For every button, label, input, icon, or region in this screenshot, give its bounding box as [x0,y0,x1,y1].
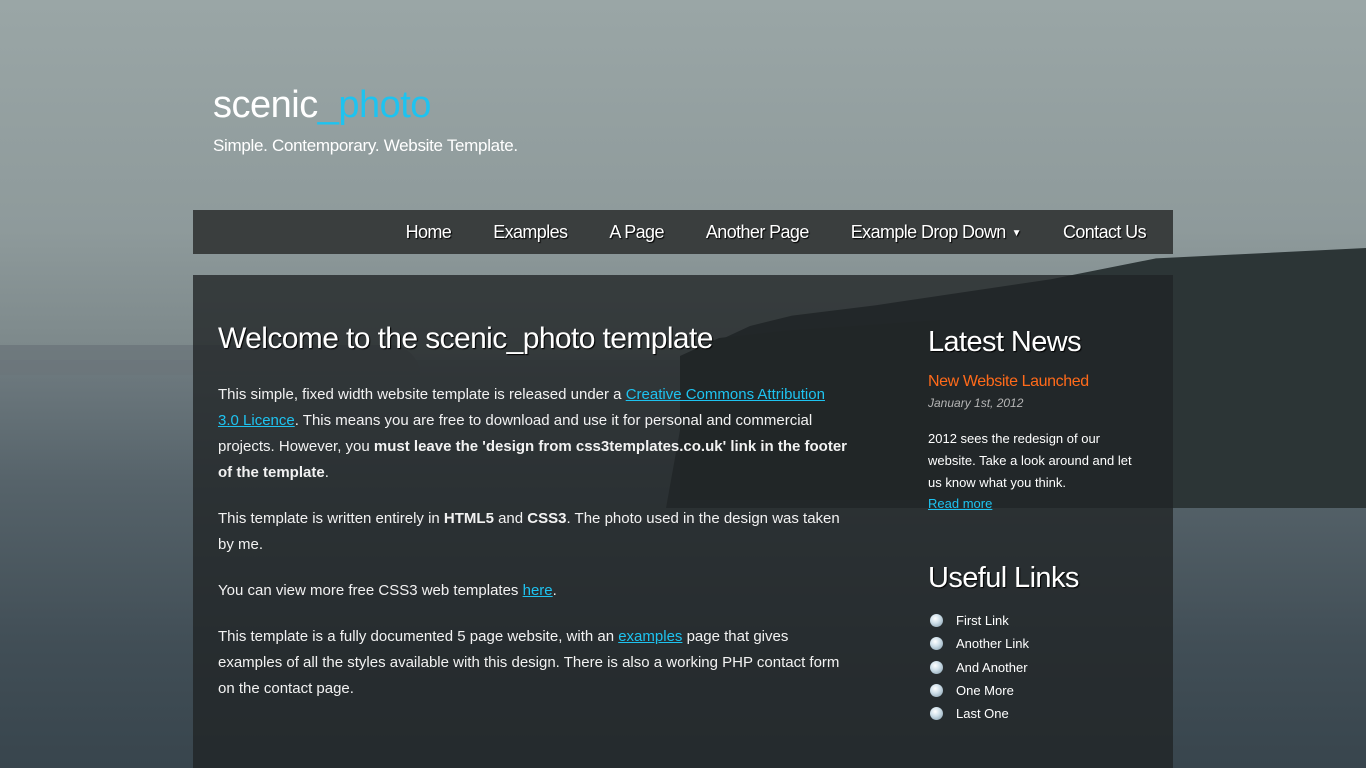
useful-link[interactable]: Last One [928,702,1138,725]
main-content: Welcome to the scenic_photo template Thi… [218,322,848,722]
useful-link-label: First Link [956,613,1009,628]
logo-text-part2: _photo [317,84,432,126]
main-navigation: Home Examples A Page Another Page Exampl… [193,210,1173,254]
site-slogan: Simple. Contemporary. Website Template. [213,136,518,155]
site-logo[interactable]: scenic_photo [213,84,431,127]
sidebar: Latest News New Website Launched January… [928,326,1138,725]
nav-home[interactable]: Home [385,210,473,254]
text: . [552,582,557,599]
paragraph-more-templates: You can view more free CSS3 web template… [218,578,848,604]
html5-text: HTML5 [443,510,494,527]
examples-link[interactable]: examples [618,628,682,645]
nav-a-page[interactable]: A Page [588,210,684,254]
caret-down-icon: ▼ [1011,228,1022,239]
bullet-icon [930,660,943,674]
useful-link[interactable]: First Link [928,609,1138,632]
news-date: January 1st, 2012 [928,396,1024,410]
useful-link-label: And Another [956,659,1028,675]
useful-link-label: One More [956,682,1014,698]
text: This simple, fixed width website templat… [218,386,626,403]
news-title: New Website Launched [928,373,1089,390]
page-heading: Welcome to the scenic_photo template [218,322,713,355]
news-body: 2012 sees the redesign of our website. T… [928,431,1132,490]
useful-links-heading: Useful Links [928,562,1079,594]
text: This template is a fully documented 5 pa… [218,628,619,645]
useful-link[interactable]: One More [928,679,1138,702]
useful-link[interactable]: And Another [928,656,1138,679]
useful-link-label: Another Link [956,636,1029,652]
paragraph-licence: This simple, fixed width website templat… [218,382,848,486]
logo-text-part1: scenic [213,84,318,126]
bullet-icon [930,707,943,721]
here-link[interactable]: here [523,582,553,599]
text: and [493,510,528,527]
nav-examples[interactable]: Examples [472,210,588,254]
paragraph-documentation: This template is a fully documented 5 pa… [218,624,848,702]
text: . [324,464,329,481]
css3-text: CSS3 [527,510,567,527]
paragraph-technology: This template is written entirely in HTM… [218,506,848,558]
nav-example-drop-down[interactable]: Example Drop Down ▼ [830,210,1042,254]
bullet-icon [930,637,943,651]
nav-another-page[interactable]: Another Page [685,210,830,254]
bullet-icon [930,683,943,697]
nav-example-drop-down-label: Example Drop Down [850,222,1006,242]
bullet-icon [930,614,943,627]
useful-link-label: Last One [956,706,1009,722]
nav-contact-us[interactable]: Contact Us [1042,210,1167,254]
text: You can view more free CSS3 web template… [218,582,523,599]
read-more-link[interactable]: Read more [928,496,992,511]
text: This template is written entirely in [218,510,444,527]
useful-link[interactable]: Another Link [928,632,1138,655]
latest-news-heading: Latest News [928,326,1082,358]
useful-links-section: Useful Links First Link Another Link And… [928,562,1138,725]
